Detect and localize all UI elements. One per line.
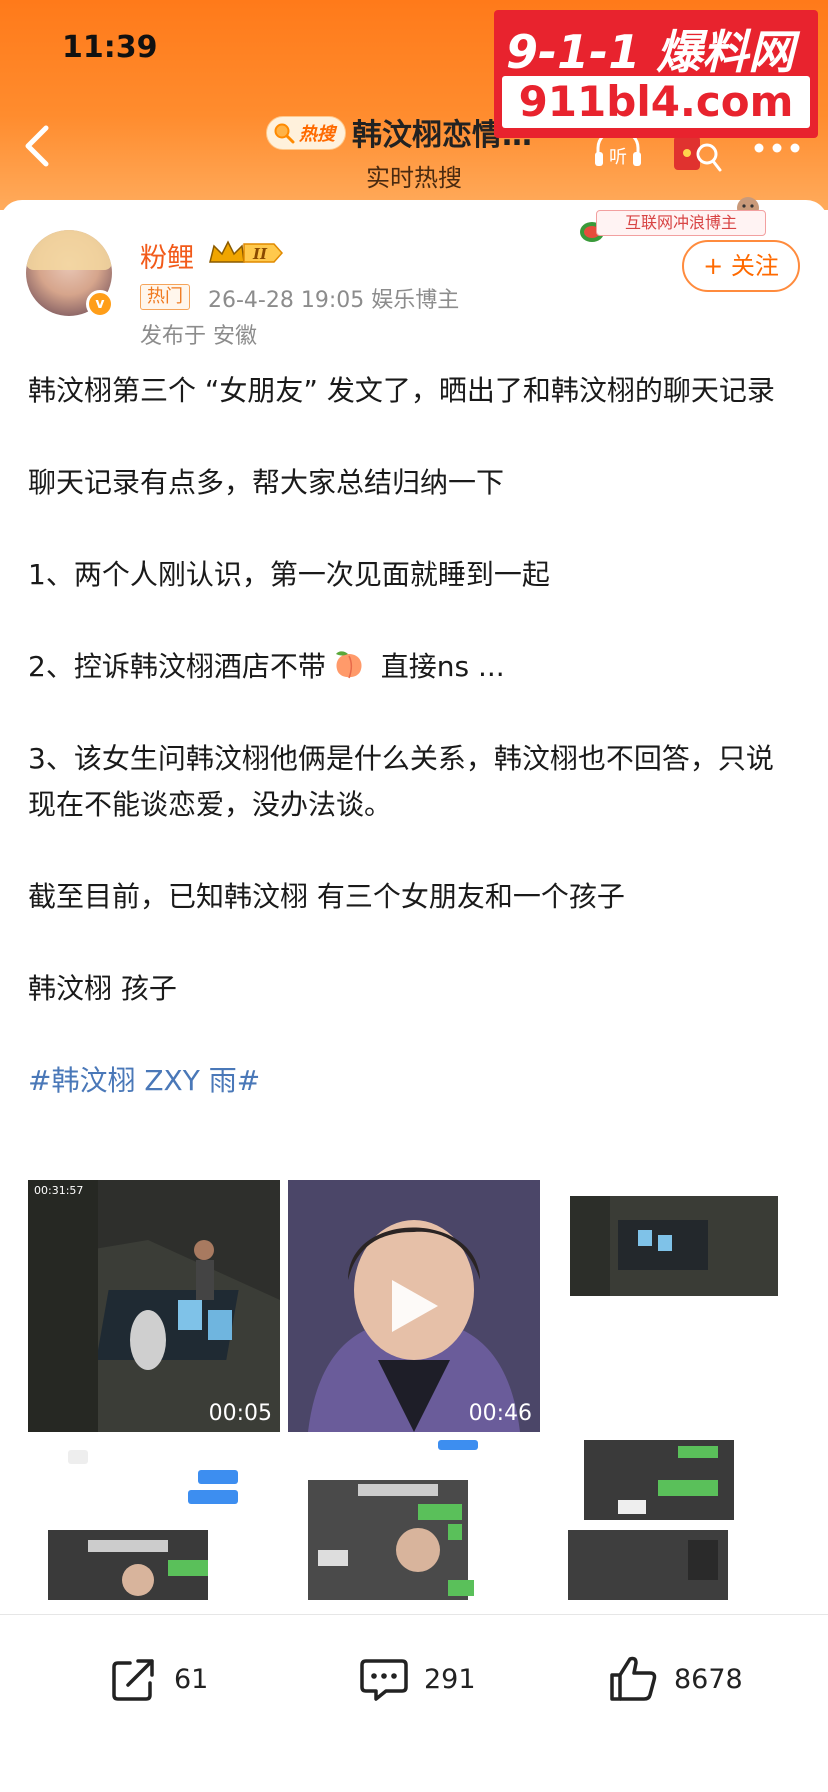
watermark-url: 911bl4.com xyxy=(502,76,810,128)
post-paragraph: 3、该女生问韩汶栩他俩是什么关系，韩汶栩也不回答，只说现在不能谈恋爱，没办法谈。 xyxy=(28,742,774,821)
image-thumbnail-3[interactable] xyxy=(548,1180,800,1432)
comment-button[interactable]: 291 xyxy=(358,1649,476,1709)
post-paragraph: 2、控诉韩汶栩酒店不带 直接ns ... xyxy=(28,644,800,690)
chat-screenshot-image xyxy=(28,1440,280,1600)
video-timestamp: 00:31:57 xyxy=(34,1184,84,1197)
watermark-top-text: 9-1-1 爆料网 xyxy=(506,25,795,79)
like-count: 8678 xyxy=(674,1663,743,1695)
media-grid: 00:31:57 00:05 00:46 xyxy=(28,1180,800,1692)
status-time: 11:39 xyxy=(62,30,158,65)
listen-label: 听 xyxy=(609,147,627,168)
post-paragraph: 截至目前，已知韩汶栩 有三个女朋友和一个孩子 xyxy=(28,880,625,913)
red-packet-search-icon[interactable] xyxy=(672,132,722,176)
share-button[interactable]: 61 xyxy=(108,1649,208,1709)
chat-screenshot-image xyxy=(548,1440,800,1600)
search-icon xyxy=(274,123,295,144)
share-count: 61 xyxy=(174,1663,209,1695)
thumbs-up-icon xyxy=(610,1656,657,1701)
chat-screenshot-image xyxy=(288,1440,540,1600)
comment-count: 291 xyxy=(424,1663,476,1695)
user-name[interactable]: 粉鲤 xyxy=(140,236,194,275)
like-button[interactable]: 8678 xyxy=(608,1649,743,1709)
post-paragraph: 韩汶栩第三个 “女朋友” 发文了，晒出了和韩汶栩的聊天记录 xyxy=(28,374,775,407)
level-label: II xyxy=(252,245,268,263)
post-location: 发布于 安徽 xyxy=(140,324,257,349)
hot-tag: 热门 xyxy=(140,284,190,310)
post-action-bar: 61 291 8678 xyxy=(0,1614,828,1792)
banner-label: 互联网冲浪博主 xyxy=(596,210,766,236)
post-paragraph: 韩汶栩 孩子 xyxy=(28,972,177,1005)
hashtag-link[interactable]: #韩汶栩 ZXY 雨# xyxy=(28,1058,800,1104)
blogger-banner: 互联网冲浪博主 xyxy=(578,194,768,246)
follow-button[interactable]: + 关注 xyxy=(682,240,800,292)
share-icon xyxy=(112,1659,154,1701)
crown-level-icon: II xyxy=(209,240,284,263)
post-paragraph: 1、两个人刚认识，第一次见面就睡到一起 xyxy=(28,558,550,591)
video-thumbnail-2[interactable]: 00:46 xyxy=(288,1180,540,1432)
site-watermark: 9-1-1 爆料网 911bl4.com xyxy=(494,10,818,138)
post-time-and-role: 26-4-28 19:05 娱乐博主 xyxy=(208,288,460,313)
post-body: 韩汶栩第三个 “女朋友” 发文了，晒出了和韩汶栩的聊天记录 聊天记录有点多，帮大… xyxy=(28,368,800,1104)
hot-search-badge: 热搜 xyxy=(266,116,346,150)
comment-icon xyxy=(360,1659,408,1701)
hot-search-label: 热搜 xyxy=(299,124,335,145)
video-thumbnail-1[interactable]: 00:31:57 00:05 xyxy=(28,1180,280,1432)
video-duration: 00:05 xyxy=(208,1401,272,1426)
peach-emoji-icon xyxy=(335,651,362,679)
post-paragraph: 聊天记录有点多，帮大家总结归纳一下 xyxy=(28,466,505,499)
more-icon[interactable] xyxy=(752,140,802,156)
play-icon[interactable] xyxy=(386,1276,442,1336)
verified-badge-icon: v xyxy=(86,290,114,318)
cctv-scene-image xyxy=(28,1180,280,1432)
post-text-span: 2、控诉韩汶栩酒店不带 xyxy=(28,650,326,683)
post-card: v 粉鲤 II 热门 26-4-28 19:05 娱乐博主 发布于 安徽 互联网… xyxy=(0,197,828,1692)
post-text-span: 直接ns ... xyxy=(371,650,505,683)
video-duration: 00:46 xyxy=(468,1401,532,1426)
cctv-frame-image xyxy=(548,1180,800,1432)
